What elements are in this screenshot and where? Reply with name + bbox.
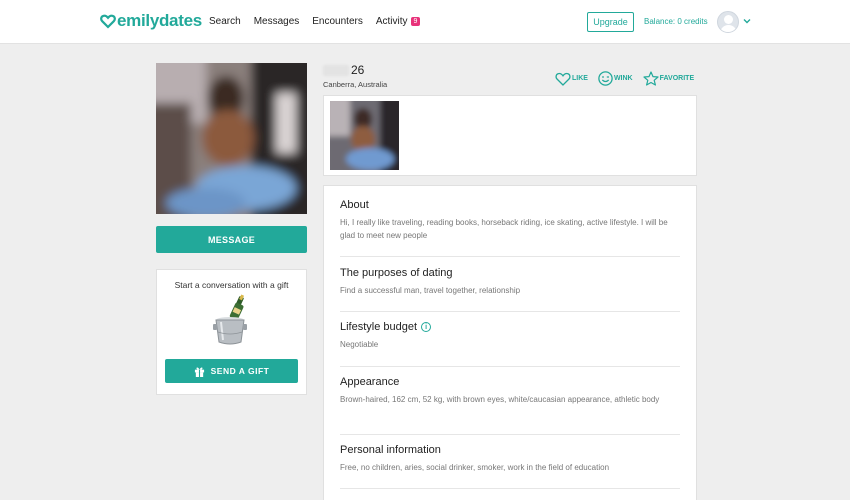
- wink-icon: [598, 71, 613, 86]
- avatar-body-shape: [720, 25, 737, 32]
- appearance-section: Appearance Brown-haired, 162 cm, 52 kg, …: [340, 376, 680, 406]
- blurred-photo-image: [156, 63, 307, 214]
- divider: [340, 256, 680, 257]
- gift-card: Start a conversation with a gift SEND A …: [156, 269, 307, 395]
- nav-search[interactable]: Search: [209, 16, 241, 27]
- dating-purposes-section: The purposes of dating Find a successful…: [340, 267, 680, 297]
- send-gift-label: SEND A GIFT: [210, 366, 270, 376]
- divider: [340, 488, 680, 489]
- send-gift-button[interactable]: SEND A GIFT: [165, 359, 298, 383]
- heart-icon: [555, 72, 571, 86]
- nav-messages[interactable]: Messages: [254, 16, 300, 27]
- section-text: Brown-haired, 162 cm, 52 kg, with brown …: [340, 395, 660, 404]
- section-text: Negotiable: [340, 340, 379, 349]
- divider: [340, 434, 680, 435]
- lifestyle-budget-section: Lifestyle budget i Negotiable: [340, 321, 680, 351]
- divider: [340, 366, 680, 367]
- like-label: LIKE: [572, 75, 588, 82]
- favorite-button[interactable]: FAVORITE: [643, 71, 694, 86]
- about-section: About Hi, I really like traveling, readi…: [340, 199, 680, 242]
- section-text: Find a successful man, travel together, …: [340, 286, 521, 295]
- avatar-head-shape: [724, 15, 733, 24]
- profile-details: About Hi, I really like traveling, readi…: [323, 185, 697, 500]
- section-title: Lifestyle budget: [340, 321, 418, 333]
- main-nav: Search Messages Encounters Activity 9: [209, 16, 433, 27]
- profile-actions: LIKE WINK FAVORITE: [555, 71, 694, 86]
- name-redacted: [323, 65, 349, 76]
- section-title: About: [340, 199, 369, 211]
- logo[interactable]: emilydates: [100, 10, 202, 32]
- heart-logo-icon: [100, 14, 116, 29]
- gift-icon: [194, 367, 204, 377]
- favorite-label: FAVORITE: [659, 75, 695, 82]
- chevron-down-icon[interactable]: [743, 17, 751, 26]
- profile-photo[interactable]: [156, 63, 307, 214]
- section-text: Free, no children, aries, social drinker…: [340, 463, 610, 472]
- personal-information-section: Personal information Free, no children, …: [340, 444, 680, 474]
- like-button[interactable]: LIKE: [555, 72, 588, 86]
- logo-text: emilydates: [117, 11, 202, 30]
- profile-location: Canberra, Australia: [323, 80, 388, 89]
- nav-activity[interactable]: Activity 9: [376, 16, 421, 27]
- star-icon: [643, 71, 659, 86]
- champagne-bucket-image: [212, 294, 252, 346]
- wink-label: WINK: [613, 75, 633, 82]
- message-button[interactable]: MESSAGE: [156, 226, 307, 253]
- upgrade-button[interactable]: Upgrade: [587, 12, 634, 32]
- photo-thumbnail[interactable]: [330, 101, 399, 170]
- nav-encounters[interactable]: Encounters: [312, 16, 363, 27]
- profile-age: 26: [351, 63, 365, 77]
- info-icon[interactable]: i: [421, 322, 432, 332]
- user-avatar[interactable]: [717, 11, 739, 33]
- nav-activity-label: Activity: [375, 16, 408, 27]
- section-title: The purposes of dating: [340, 267, 453, 279]
- activity-count-badge: 9: [410, 17, 421, 26]
- divider: [340, 311, 680, 312]
- photo-gallery: [323, 95, 697, 176]
- section-title-row: Lifestyle budget i: [340, 321, 680, 333]
- section-title: Personal information: [340, 444, 441, 456]
- gift-title: Start a conversation with a gift: [174, 280, 289, 290]
- section-title: Appearance: [340, 376, 400, 388]
- section-text: Hi, I really like traveling, reading boo…: [340, 218, 668, 240]
- blurred-thumbnail-image: [330, 101, 399, 170]
- wink-button[interactable]: WINK: [598, 71, 633, 86]
- top-header: emilydates Search Messages Encounters Ac…: [0, 0, 850, 44]
- balance-link[interactable]: Balance: 0 credits: [644, 17, 708, 26]
